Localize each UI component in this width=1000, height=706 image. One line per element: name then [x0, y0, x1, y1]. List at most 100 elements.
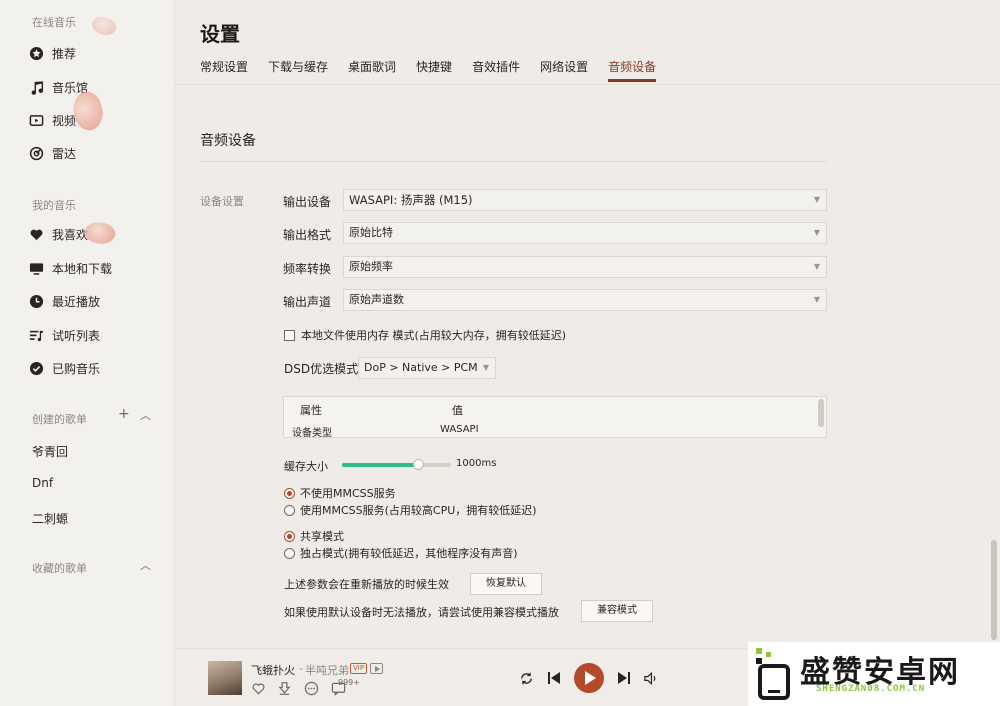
- created-playlists-section-title: 创建的歌单: [32, 413, 87, 426]
- buffer-size-slider[interactable]: [342, 459, 451, 470]
- sidebar-item-label: 试听列表: [52, 328, 101, 343]
- output-device-select[interactable]: WASAPI: 扬声器 (M15) ▼: [343, 189, 827, 211]
- radio-label: 独占模式(拥有较低延迟，其他程序没有声音): [300, 547, 518, 560]
- sidebar-item-label: 雷达: [52, 146, 77, 161]
- song-artist[interactable]: 半吨兄弟: [305, 662, 349, 678]
- section-divider: [200, 161, 827, 162]
- dsd-mode-value: DoP > Native > PCM: [364, 361, 478, 374]
- mv-icon[interactable]: [370, 663, 383, 674]
- output-device-label: 输出设备: [283, 195, 332, 209]
- video-icon: [28, 112, 44, 128]
- sidebar: 在线音乐 推荐 音乐馆 视频 雷达 我的音乐 我喜欢 本地和下载 最近播放 试听…: [0, 0, 175, 706]
- group-label: 设备设置: [200, 195, 244, 208]
- repeat-icon[interactable]: [519, 671, 535, 687]
- sidebar-item-label: 推荐: [52, 46, 77, 61]
- collapse-collected-icon[interactable]: ︿: [140, 557, 151, 573]
- comment-count: 999+: [338, 678, 360, 687]
- settings-tabs: 常规设置 下载与缓存 桌面歌词 快捷键 音效插件 网络设置 音频设备: [200, 58, 676, 86]
- like-heart-icon[interactable]: [251, 681, 267, 697]
- playlist-item[interactable]: Dnf: [32, 476, 53, 490]
- add-playlist-icon[interactable]: +: [118, 406, 130, 422]
- tab-audio-device[interactable]: 音频设备: [608, 58, 657, 82]
- sidebar-item-label: 本地和下载: [52, 261, 113, 276]
- download-icon[interactable]: [277, 681, 293, 697]
- sidebar-item-label: 视频: [52, 113, 77, 128]
- memory-mode-row: 本地文件使用内存 模式(占用较大内存，拥有较低延迟): [284, 327, 566, 343]
- tab-network[interactable]: 网络设置: [540, 58, 588, 82]
- play-button[interactable]: [574, 663, 604, 693]
- tab-sound-effects[interactable]: 音效插件: [472, 58, 520, 82]
- sample-rate-label: 频率转换: [283, 262, 332, 276]
- output-format-select[interactable]: 原始比特 ▼: [343, 222, 827, 244]
- buffer-size-label: 缓存大小: [284, 460, 328, 473]
- sidebar-item-recommend[interactable]: 推荐: [28, 41, 158, 65]
- heart-icon: [28, 226, 44, 242]
- mode-option-row: 共享模式: [284, 528, 344, 544]
- music-note-icon: [28, 79, 44, 95]
- output-format-value: 原始比特: [349, 226, 393, 239]
- tab-general[interactable]: 常规设置: [200, 58, 248, 82]
- tab-desktop-lyrics[interactable]: 桌面歌词: [348, 58, 396, 82]
- memory-mode-checkbox[interactable]: [284, 329, 295, 341]
- playlist-item[interactable]: 爷青回: [32, 443, 68, 460]
- song-title[interactable]: 飞蛾扑火: [251, 662, 295, 678]
- table-header-property: 属性: [300, 404, 322, 417]
- dsd-mode-select[interactable]: DoP > Native > PCM ▼: [358, 357, 496, 379]
- mmcss-option-row: 不使用MMCSS服务: [284, 485, 396, 501]
- output-device-value: WASAPI: 扬声器 (M15): [349, 193, 473, 207]
- vip-badge: VIP: [350, 663, 368, 674]
- channels-select[interactable]: 原始声道数 ▼: [343, 289, 827, 311]
- collected-playlists-section-title: 收藏的歌单: [32, 562, 87, 575]
- sidebar-item-label: 我喜欢: [52, 227, 89, 242]
- output-format-label: 输出格式: [283, 228, 332, 242]
- volume-icon[interactable]: [643, 671, 659, 687]
- sidebar-item-preview-list[interactable]: 试听列表: [28, 323, 158, 347]
- song-separator: -: [299, 662, 303, 675]
- sidebar-item-purchased[interactable]: 已购音乐: [28, 356, 158, 380]
- more-icon[interactable]: [304, 681, 320, 697]
- sidebar-item-recent[interactable]: 最近播放: [28, 289, 158, 313]
- previous-track-icon[interactable]: [546, 670, 562, 686]
- online-music-section-title: 在线音乐: [32, 16, 76, 29]
- table-scrollbar[interactable]: [818, 399, 824, 427]
- page-title: 设置: [200, 22, 240, 46]
- phone-logo-icon: [756, 648, 792, 700]
- compat-mode-button[interactable]: 兼容模式: [581, 600, 653, 622]
- channels-value: 原始声道数: [349, 293, 404, 306]
- playlist-item[interactable]: 二刺螈: [32, 510, 68, 527]
- sidebar-item-radar[interactable]: 雷达: [28, 141, 158, 165]
- table-header-value: 值: [452, 404, 463, 417]
- restart-note: 上述参数会在重新播放的时候生效: [284, 578, 449, 591]
- collapse-created-icon[interactable]: ︿: [140, 407, 151, 423]
- watermark-url: SHENGZAN08.COM.CN: [816, 684, 926, 694]
- chevron-down-icon: ▼: [813, 262, 820, 271]
- sample-rate-select[interactable]: 原始频率 ▼: [343, 256, 827, 278]
- restore-default-button[interactable]: 恢复默认: [470, 573, 542, 595]
- shared-mode-radio[interactable]: [284, 530, 295, 542]
- chevron-down-icon: ▼: [813, 228, 820, 237]
- page-scrollbar[interactable]: [991, 540, 997, 640]
- monitor-icon: [28, 260, 44, 276]
- radio-label: 使用MMCSS服务(占用较高CPU，拥有较低延迟): [300, 504, 537, 517]
- mode-option-row: 独占模式(拥有较低延迟，其他程序没有声音): [284, 545, 518, 561]
- tab-download-cache[interactable]: 下载与缓存: [268, 58, 328, 82]
- album-cover[interactable]: [208, 661, 242, 695]
- mmcss-off-radio[interactable]: [284, 487, 295, 499]
- sample-rate-value: 原始频率: [349, 260, 393, 273]
- clock-icon: [28, 293, 44, 309]
- table-cell: WASAPI: [440, 424, 479, 435]
- tab-shortcuts[interactable]: 快捷键: [416, 58, 452, 82]
- buffer-size-value: 1000ms: [456, 458, 497, 469]
- star-icon: [28, 45, 44, 61]
- radio-label: 共享模式: [300, 530, 344, 543]
- my-music-section-title: 我的音乐: [32, 199, 76, 212]
- sidebar-item-label: 最近播放: [52, 294, 101, 309]
- next-track-icon[interactable]: [616, 670, 632, 686]
- sidebar-item-local-download[interactable]: 本地和下载: [28, 256, 158, 280]
- playlist-icon: [28, 327, 44, 343]
- radio-label: 不使用MMCSS服务: [300, 487, 396, 500]
- mmcss-on-radio[interactable]: [284, 504, 295, 516]
- exclusive-mode-radio[interactable]: [284, 547, 295, 559]
- slider-thumb[interactable]: [413, 459, 425, 470]
- site-watermark: 盛赞安卓网 SHENGZAN08.COM.CN: [748, 642, 1000, 706]
